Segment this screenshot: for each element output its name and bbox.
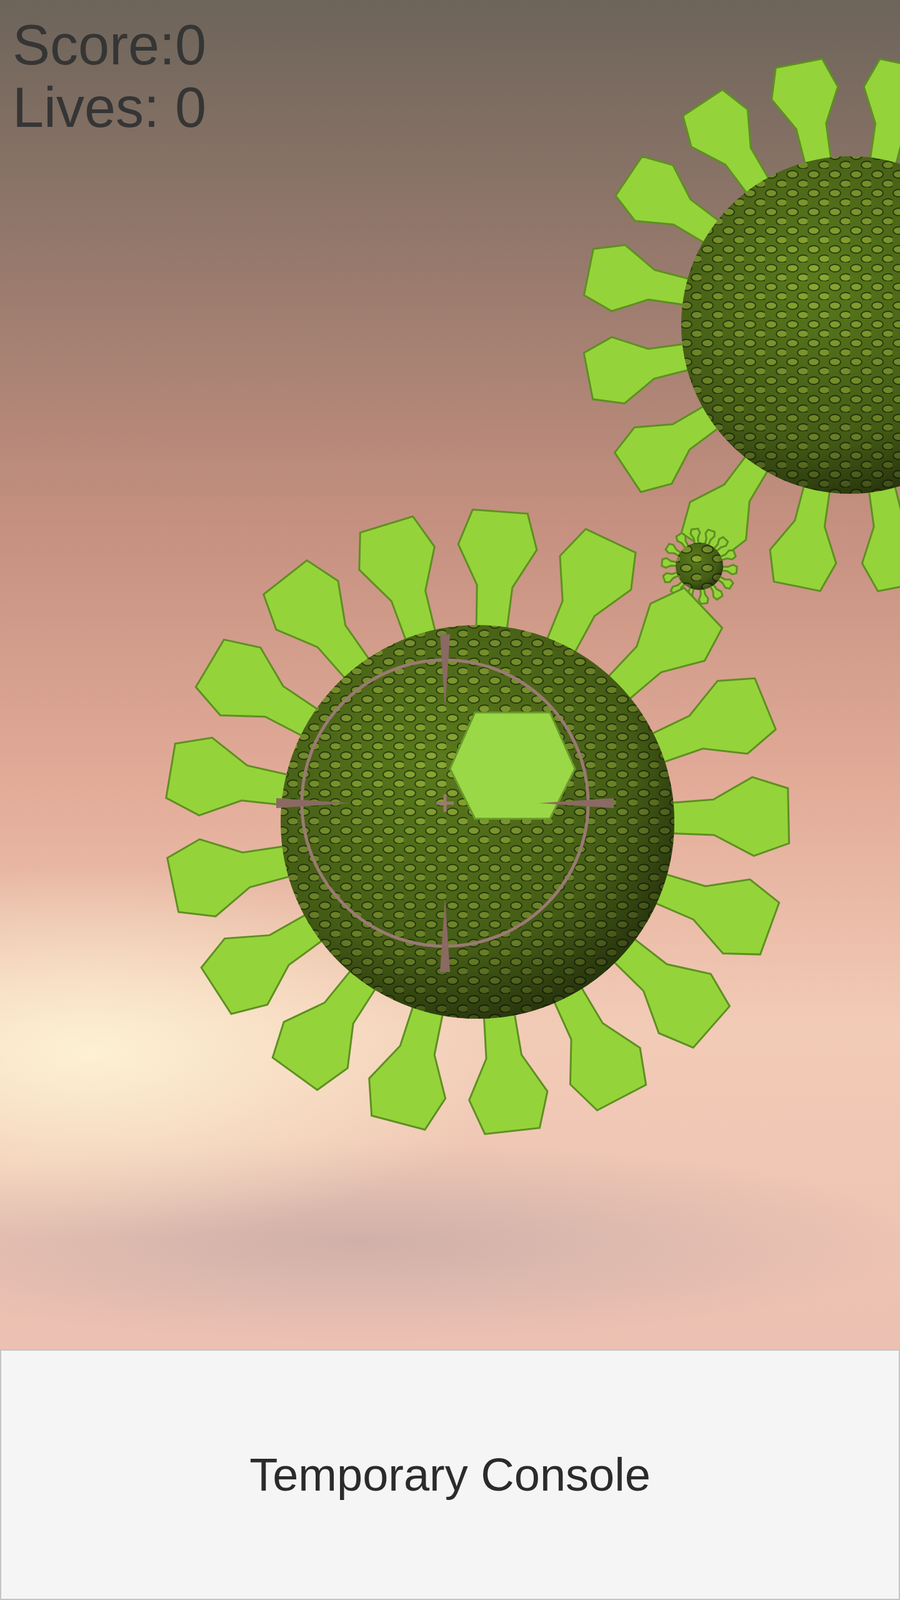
virus-shading [675,542,724,590]
virus-main[interactable] [166,509,790,1134]
lives-text: Lives: 0 [12,76,207,139]
crosshair-tick [276,798,352,809]
virus-shading [280,625,675,1019]
game-view[interactable]: Score:0Lives: 0 [0,0,900,1350]
crosshair [276,634,614,972]
crosshair-tick [440,896,450,972]
score-text: Score:0 [12,13,207,77]
crosshair-center-icon [436,794,454,812]
scene [0,0,900,1350]
virus-large[interactable] [583,58,900,592]
hud: Score:0Lives: 0 [12,13,207,139]
console-button[interactable]: Temporary Console [0,1349,900,1600]
crosshair-tick [440,634,450,710]
crosshair-tick [538,798,614,809]
virus-body [675,542,724,590]
virus-shading [681,156,900,494]
virus-body [280,625,675,1019]
virus-body [681,156,900,494]
game-screen: Score:0Lives: 0 Temporary Console [0,0,900,1600]
